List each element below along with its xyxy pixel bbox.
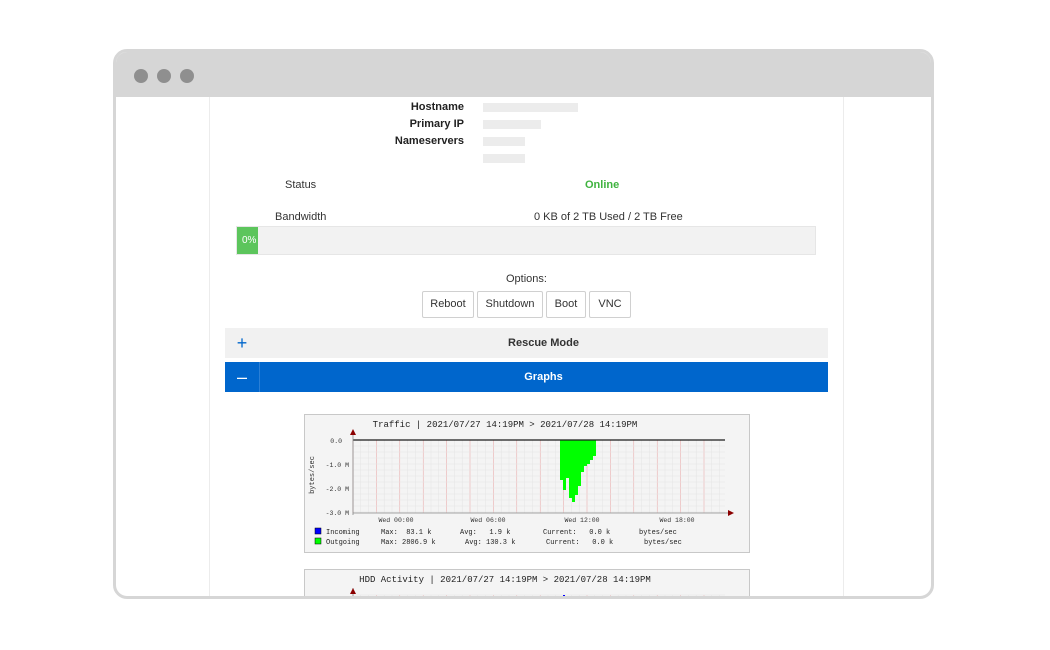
server-panel: Hostname Primary IP Nameservers Status O… <box>209 97 844 596</box>
hostname-label: Hostname <box>410 101 464 113</box>
y-tick-label: -2.0 M <box>326 486 350 493</box>
window-dot-maximize[interactable] <box>180 69 194 83</box>
incoming-legend-avg: Avg: 1.9 k <box>460 529 510 537</box>
rescue-mode-title: Rescue Mode <box>508 337 579 349</box>
traffic-y-axis-label: bytes/sec <box>309 456 317 494</box>
reboot-button[interactable]: Reboot <box>422 291 474 318</box>
y-axis-arrow-icon <box>350 429 356 435</box>
hostname-value-redacted <box>483 103 578 112</box>
bandwidth-value: 0 KB of 2 TB Used / 2 TB Free <box>534 211 683 223</box>
hdd-activity-graph: HDD Activity | 2021/07/27 14:19PM > 2021… <box>304 569 750 596</box>
status-value: Online <box>585 179 620 191</box>
traffic-graph-title: Traffic | 2021/07/27 14:19PM > 2021/07/2… <box>373 420 638 430</box>
primary-ip-value-redacted <box>483 120 541 129</box>
x-axis-arrow-icon <box>728 510 734 516</box>
outgoing-legend-current: Current: 0.0 k <box>546 539 613 547</box>
boot-button[interactable]: Boot <box>546 291 586 318</box>
traffic-grid <box>352 439 725 513</box>
hdd-graph-title: HDD Activity | 2021/07/27 14:19PM > 2021… <box>359 575 651 585</box>
outgoing-bar <box>572 440 575 502</box>
outgoing-legend-max: Max: 2806.9 k <box>381 539 436 547</box>
plus-icon[interactable]: + <box>225 328 259 358</box>
primary-ip-label: Primary IP <box>409 118 464 130</box>
outgoing-bar <box>569 440 572 498</box>
outgoing-bar <box>566 440 569 478</box>
incoming-legend-unit: bytes/sec <box>639 529 677 537</box>
page-content: Hostname Primary IP Nameservers Status O… <box>116 97 931 596</box>
outgoing-bar <box>578 440 581 486</box>
y-tick-label: -1.0 M <box>326 462 350 469</box>
nameservers-label: Nameservers <box>394 135 464 147</box>
x-tick-label: Wed 18:00 <box>659 517 694 524</box>
minus-icon[interactable]: – <box>225 362 260 392</box>
graphs-accordion[interactable]: – Graphs <box>225 362 828 392</box>
outgoing-legend-name: Outgoing <box>326 539 360 547</box>
traffic-outgoing-series <box>560 440 596 502</box>
outgoing-legend-avg: Avg: 130.3 k <box>465 539 515 547</box>
window-dot-minimize[interactable] <box>157 69 171 83</box>
outgoing-bar <box>575 440 578 495</box>
nameserver-2-redacted <box>483 154 525 163</box>
outgoing-legend-swatch <box>314 537 322 545</box>
bandwidth-progress-fill: 0% <box>237 227 258 254</box>
nameserver-1-redacted <box>483 137 525 146</box>
incoming-legend-name: Incoming <box>326 529 360 537</box>
outgoing-bar <box>560 440 563 480</box>
options-label: Options: <box>506 273 547 285</box>
outgoing-legend-unit: bytes/sec <box>644 539 682 547</box>
outgoing-bar <box>563 440 566 490</box>
hdd-grid <box>352 594 725 596</box>
incoming-legend-swatch <box>314 527 322 535</box>
vnc-button[interactable]: VNC <box>589 291 631 318</box>
rescue-mode-accordion[interactable]: + Rescue Mode <box>225 328 828 358</box>
traffic-graph-svg: Traffic | 2021/07/27 14:19PM > 2021/07/2… <box>309 420 734 547</box>
status-label: Status <box>285 179 317 191</box>
x-tick-label: Wed 12:00 <box>564 517 599 524</box>
outgoing-bar <box>560 440 596 445</box>
window-titlebar <box>116 52 931 97</box>
y-axis-arrow-icon <box>350 588 356 594</box>
graphs-title: Graphs <box>524 371 563 383</box>
x-tick-label: Wed 00:00 <box>378 517 413 524</box>
shutdown-button[interactable]: Shutdown <box>477 291 543 318</box>
y-tick-label: 0.0 <box>330 438 342 445</box>
bandwidth-label: Bandwidth <box>275 211 327 223</box>
hdd-activity-mark <box>563 595 565 596</box>
y-tick-label: -3.0 M <box>326 510 350 517</box>
bandwidth-progress-bar: 0% <box>236 226 816 255</box>
browser-window: Hostname Primary IP Nameservers Status O… <box>113 49 934 599</box>
incoming-legend-current: Current: 0.0 k <box>543 529 610 537</box>
traffic-graph: Traffic | 2021/07/27 14:19PM > 2021/07/2… <box>304 414 750 553</box>
incoming-legend-max: Max: 83.1 k <box>381 529 431 537</box>
x-tick-label: Wed 06:00 <box>470 517 505 524</box>
hdd-graph-svg: HDD Activity | 2021/07/27 14:19PM > 2021… <box>350 575 725 596</box>
window-dot-close[interactable] <box>134 69 148 83</box>
